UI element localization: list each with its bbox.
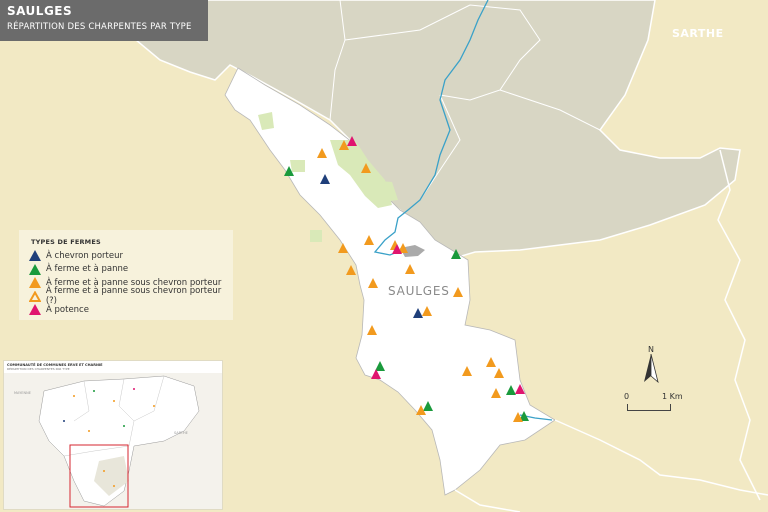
- marker-ferme-panne-chevron: [346, 265, 356, 275]
- scale-bar-line: [627, 404, 671, 411]
- legend-list: À chevron porteur À ferme et à panne À f…: [29, 249, 233, 317]
- legend-item-label: À potence: [46, 304, 89, 315]
- commune-border: [717, 149, 761, 501]
- legend-item-ferme-panne-chevron-uncertain: À ferme et à panne sous chevron porteur …: [29, 286, 233, 306]
- legend-item-chevron-porteur: À chevron porteur: [29, 249, 233, 263]
- legend: TYPES DE FERMES À chevron porteur À ferm…: [19, 230, 233, 320]
- triangle-icon: [29, 304, 41, 316]
- scale-start-label: 0: [624, 392, 630, 401]
- map-canvas[interactable]: SAULGES RÉPARTITION DES CHARPENTES PAR T…: [0, 0, 768, 512]
- commune-border: [554, 419, 768, 496]
- region-label: SARTHE: [672, 27, 724, 40]
- inset-subtitle: RÉPARTITION DES CHARPENTES PAR TYPE: [7, 367, 70, 371]
- map-title: SAULGES: [7, 4, 73, 18]
- scale-bar: 0 1 Km: [622, 392, 692, 416]
- woodland-patch: [310, 230, 322, 242]
- map-title-box: SAULGES RÉPARTITION DES CHARPENTES PAR T…: [0, 0, 208, 41]
- inset-map[interactable]: COMMUNAUTÉ DE COMMUNES ERVE ET CHARNIE R…: [3, 360, 223, 510]
- commune-border: [454, 489, 521, 512]
- inset-label-right: SARTHE: [174, 431, 188, 435]
- woodland-patch: [290, 160, 305, 172]
- triangle-icon: [29, 250, 41, 262]
- map-subtitle: RÉPARTITION DES CHARPENTES PAR TYPE: [7, 22, 192, 32]
- commune-label: SAULGES: [388, 284, 450, 298]
- inset-label-left: MAYENNE: [14, 391, 31, 395]
- triangle-icon: [29, 263, 41, 275]
- legend-title: TYPES DE FERMES: [31, 238, 101, 246]
- inset-map-graphic: [4, 373, 222, 509]
- triangle-icon: [29, 277, 41, 289]
- legend-item-label: À ferme et à panne: [46, 264, 129, 275]
- legend-item-label: À ferme et à panne sous chevron porteur …: [45, 286, 222, 307]
- north-label: N: [648, 345, 654, 354]
- north-arrow-icon: [644, 354, 659, 384]
- legend-item-label: À chevron porteur: [46, 250, 123, 261]
- legend-item-ferme-panne: À ferme et à panne: [29, 263, 233, 277]
- scale-end-label: 1 Km: [662, 392, 683, 401]
- triangle-outline-icon: [29, 290, 41, 302]
